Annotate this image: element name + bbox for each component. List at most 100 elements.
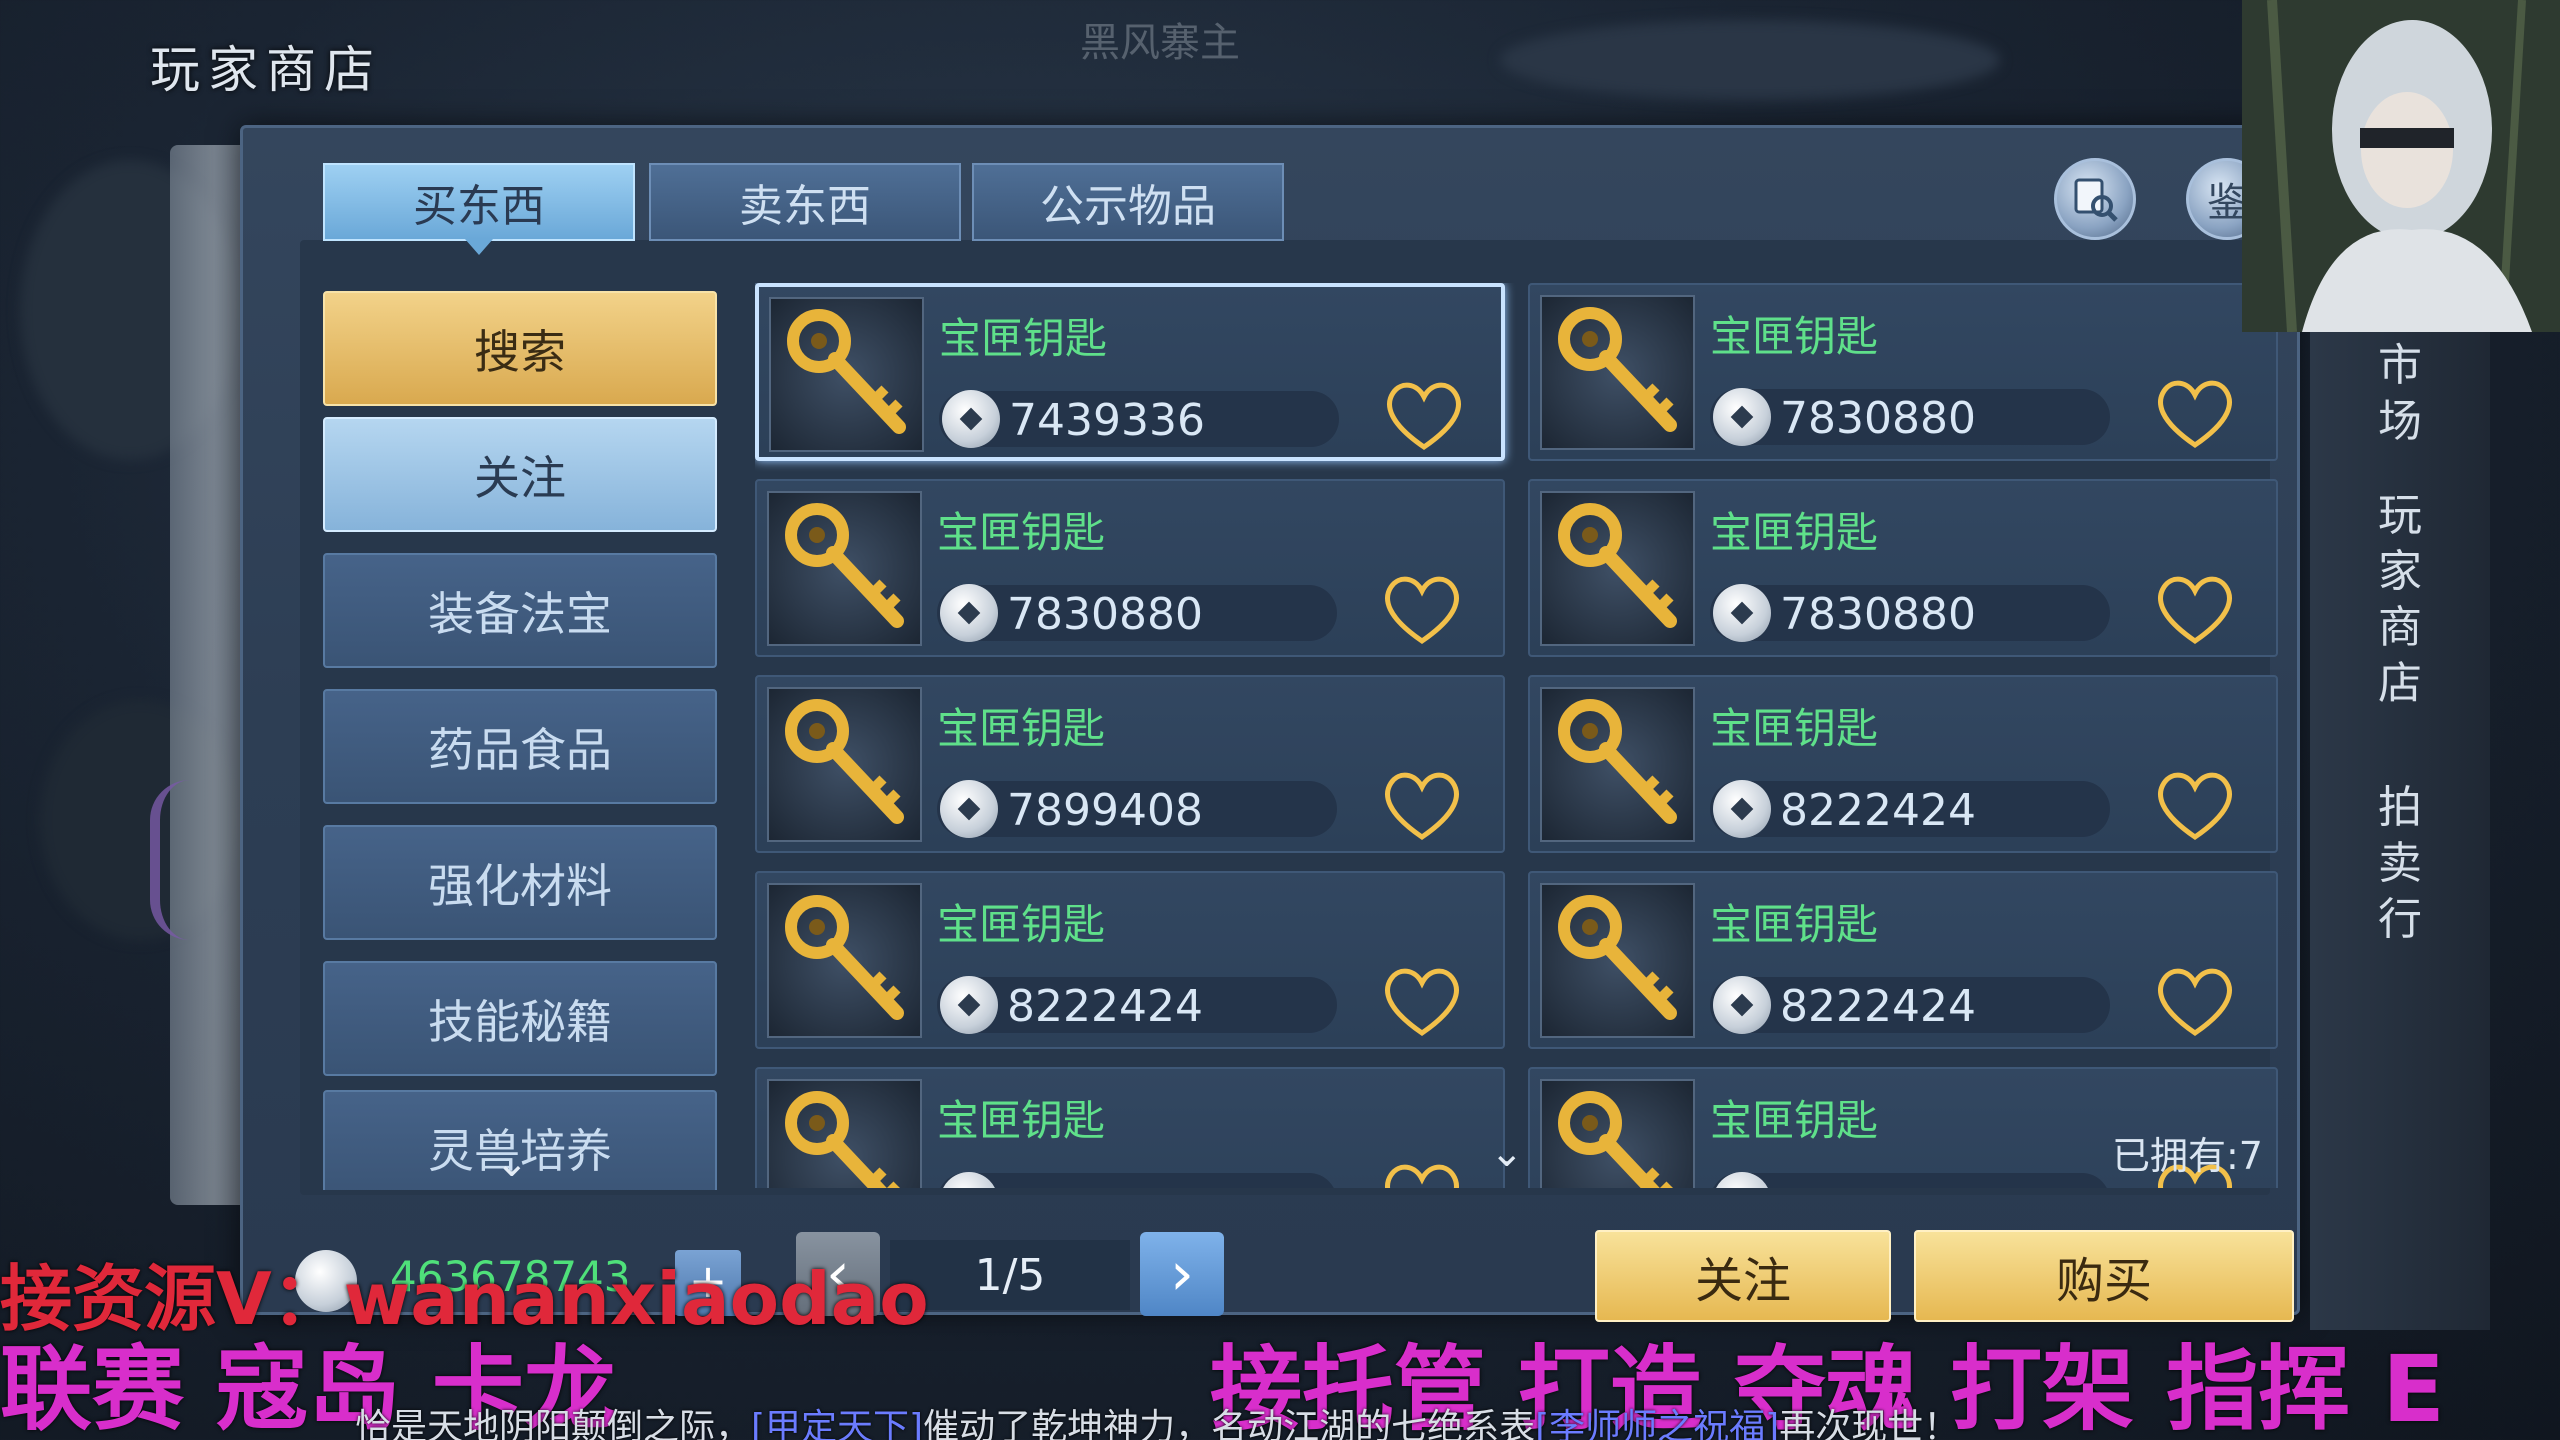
heart-icon (2158, 380, 2232, 449)
silver-coin-icon (940, 976, 998, 1034)
item-name: 宝匣钥匙 (937, 1096, 1106, 1145)
next-page-button[interactable]: › (1140, 1232, 1224, 1316)
item-price: 7830880 (1780, 589, 1976, 640)
side-nav-auction[interactable]: 拍卖行 (2370, 780, 2430, 948)
golden-key-icon (785, 699, 904, 824)
chat-text: 恰是天地阴阳颠倒之际， (355, 1407, 752, 1440)
item-name: 宝匣钥匙 (1710, 900, 1879, 949)
chevron-down-icon[interactable]: ⌄ (1490, 1130, 1524, 1176)
category-equipment[interactable]: 装备法宝 (323, 553, 717, 668)
chevron-down-icon[interactable]: ⌄ (495, 1140, 529, 1186)
portrait-image (2242, 0, 2560, 332)
golden-key-icon (785, 895, 904, 1020)
favorite-button[interactable] (1379, 375, 1469, 455)
price-bar (937, 1173, 1337, 1188)
category-follow[interactable]: 关注 (323, 417, 717, 532)
favorite-button[interactable] (1377, 1157, 1467, 1188)
favorite-button[interactable] (2150, 569, 2240, 649)
category-search[interactable]: 搜索 (323, 291, 717, 406)
item-icon-frame (1540, 491, 1695, 646)
item-card[interactable]: 宝匣钥匙 7899408 (755, 675, 1505, 853)
item-name: 宝匣钥匙 (1710, 1096, 1879, 1145)
item-card[interactable]: 宝匣钥匙 8222424 (755, 871, 1505, 1049)
item-price: 7830880 (1007, 589, 1203, 640)
silver-coin-icon (1713, 780, 1771, 838)
item-price: 8222424 (1007, 981, 1203, 1032)
owned-count: 已拥有:7 (2112, 1134, 2263, 1178)
item-icon-frame (767, 1079, 922, 1188)
item-name: 宝匣钥匙 (939, 314, 1108, 363)
item-name: 宝匣钥匙 (937, 900, 1106, 949)
silver-coin-icon (940, 584, 998, 642)
ribbon-decoration (150, 780, 230, 940)
item-icon-frame (767, 883, 922, 1038)
buy-button[interactable]: 购买 (1914, 1230, 2294, 1322)
item-price: 7830880 (1780, 393, 1976, 444)
golden-key-icon (1558, 895, 1677, 1020)
favorite-button[interactable] (2150, 373, 2240, 453)
heart-icon (2158, 576, 2232, 645)
page-title: 玩家商店 (150, 41, 382, 99)
favorite-button[interactable] (2150, 765, 2240, 845)
item-price: 7439336 (1009, 395, 1205, 446)
background-npc-name: 黑风寨主 (1080, 20, 1240, 66)
silver-coin-icon (1713, 388, 1771, 446)
item-icon-frame (1540, 1079, 1695, 1188)
item-card[interactable]: 宝匣钥匙 8222424 (1528, 675, 2278, 853)
golden-key-icon (1558, 307, 1677, 432)
item-icon-frame (1540, 883, 1695, 1038)
silver-coin-icon (1713, 584, 1771, 642)
category-skill-book[interactable]: 技能秘籍 (323, 961, 717, 1076)
heart-icon (1385, 968, 1459, 1037)
follow-button[interactable]: 关注 (1595, 1230, 1891, 1322)
item-card[interactable]: 宝匣钥匙 7439336 (755, 283, 1505, 461)
item-name: 宝匣钥匙 (1710, 704, 1879, 753)
heart-icon (1385, 576, 1459, 645)
category-enhance-material[interactable]: 强化材料 (323, 825, 717, 940)
golden-key-icon (785, 1091, 900, 1188)
silver-coin-icon (940, 780, 998, 838)
item-card[interactable]: 宝匣钥匙 (755, 1067, 1505, 1188)
tab-public-items[interactable]: 公示物品 (972, 163, 1284, 241)
favorite-button[interactable] (1377, 961, 1467, 1041)
side-nav-market[interactable]: 市场 (2370, 338, 2430, 450)
item-card[interactable]: 宝匣钥匙 7830880 (755, 479, 1505, 657)
favorite-button[interactable] (1377, 765, 1467, 845)
item-icon-frame (769, 297, 924, 452)
item-card[interactable]: 宝匣钥匙 7830880 (1528, 283, 2278, 461)
heart-icon (1387, 382, 1461, 451)
golden-key-icon (785, 503, 904, 628)
magnifier-scroll-icon (2074, 178, 2118, 222)
streamer-avatar (2242, 0, 2560, 332)
favorite-button[interactable] (2150, 961, 2240, 1041)
item-price: 7899408 (1007, 785, 1203, 836)
favorite-button[interactable] (1377, 569, 1467, 649)
item-card[interactable]: 宝匣钥匙 8222424 (1528, 871, 2278, 1049)
silver-coin-icon (942, 390, 1000, 448)
silver-coin-icon (1713, 976, 1771, 1034)
chat-text: 再次现世！ (1779, 1407, 1960, 1440)
chat-item-link[interactable]: [李师师之祝福] (1535, 1407, 1779, 1440)
golden-key-icon (1558, 699, 1677, 824)
item-name: 宝匣钥匙 (1710, 312, 1879, 361)
chat-item-link[interactable]: [甲定天下] (751, 1407, 923, 1440)
tab-sell[interactable]: 卖东西 (649, 163, 961, 241)
item-card[interactable]: 宝匣钥匙 7830880 (1528, 479, 2278, 657)
golden-key-icon (787, 309, 906, 434)
chevron-right-icon: › (1170, 1239, 1194, 1309)
system-chat-line: 恰是天地阴阳颠倒之际，[甲定天下]催动了乾坤神力，名动江湖的七绝系表[李师师之祝… (355, 1398, 1959, 1440)
tab-buy[interactable]: 买东西 (323, 163, 635, 255)
heart-icon (2158, 772, 2232, 841)
item-price: 8222424 (1780, 981, 1976, 1032)
background-decor (1500, 20, 2000, 100)
heart-icon (1385, 772, 1459, 841)
item-icon-frame (1540, 687, 1695, 842)
item-icon-frame (767, 687, 922, 842)
item-price: 8222424 (1780, 785, 1976, 836)
category-medicine-food[interactable]: 药品食品 (323, 689, 717, 804)
search-record-button[interactable] (2054, 158, 2136, 240)
side-nav-player-shop[interactable]: 玩家商店 (2370, 488, 2430, 712)
item-name: 宝匣钥匙 (937, 508, 1106, 557)
golden-key-icon (1558, 1091, 1673, 1188)
item-icon-frame (1540, 295, 1695, 450)
